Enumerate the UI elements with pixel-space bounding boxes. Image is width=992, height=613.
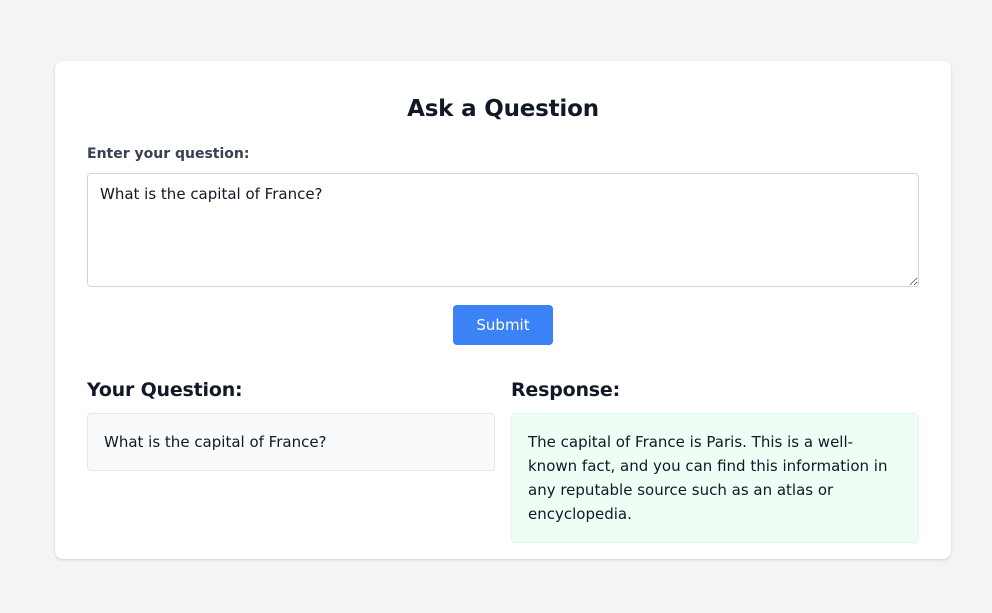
response-heading: Response: <box>511 379 620 401</box>
results-section: Your Question: What is the capital of Fr… <box>87 377 919 543</box>
submit-button[interactable]: Submit <box>453 305 553 345</box>
response-display: The capital of France is Paris. This is … <box>511 413 919 543</box>
response-column: Response: The capital of France is Paris… <box>511 377 919 543</box>
question-display: What is the capital of France? <box>87 413 495 471</box>
your-question-heading: Your Question: <box>87 379 243 401</box>
page-title: Ask a Question <box>407 96 599 122</box>
question-card: Ask a Question Enter your question: What… <box>55 61 951 559</box>
question-column: Your Question: What is the capital of Fr… <box>87 377 495 543</box>
question-field-label: Enter your question: <box>87 146 250 162</box>
submit-row: Submit <box>87 305 919 345</box>
question-input[interactable]: What is the capital of France? <box>87 173 919 287</box>
